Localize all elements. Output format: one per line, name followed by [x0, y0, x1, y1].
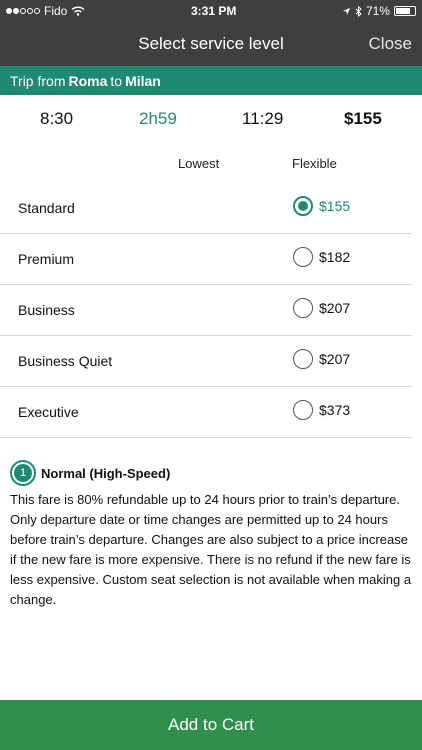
- status-time: 3:31 PM: [190, 4, 237, 18]
- fare-option-business-quiet-flexible[interactable]: $207: [293, 349, 350, 369]
- fare-option-standard-flexible[interactable]: $155: [293, 196, 350, 216]
- column-lowest: Lowest: [178, 156, 220, 171]
- fare-info-title: Normal (High-Speed): [41, 465, 171, 481]
- trip-summary: 8:30 2h59 11:29 $155: [0, 95, 422, 143]
- fare-price: $182: [319, 249, 351, 265]
- fare-number: 1: [14, 464, 32, 482]
- trip-connector: to: [110, 72, 123, 89]
- trip-origin: Roma: [68, 72, 108, 89]
- bluetooth-icon: [355, 5, 362, 17]
- fare-name: Premium: [18, 251, 75, 267]
- fare-option-business-flexible[interactable]: $207: [293, 298, 350, 318]
- add-to-cart-button[interactable]: Add to Cart: [0, 700, 422, 750]
- wifi-icon: [71, 6, 85, 16]
- signal-icon: [6, 8, 40, 14]
- fare-row-premium: Premium $182: [0, 234, 412, 285]
- battery-percent: 71%: [365, 4, 390, 18]
- fare-name: Business: [18, 302, 75, 318]
- fare-price: $373: [319, 402, 351, 418]
- battery-icon: [393, 6, 416, 16]
- fare-name: Executive: [18, 404, 79, 420]
- radio-selected-icon[interactable]: [293, 196, 313, 216]
- nav-bar: Select service level Close: [0, 22, 422, 66]
- departure-time: 8:30: [40, 109, 74, 128]
- trip-destination: Milan: [125, 72, 161, 89]
- location-arrow-icon: [342, 7, 351, 15]
- fare-info: 1 Normal (High-Speed) This fare is 80% r…: [10, 460, 412, 610]
- status-right: 71%: [342, 4, 416, 18]
- fare-option-premium-flexible[interactable]: $182: [293, 247, 350, 267]
- fare-list: Standard $155 Premium $182 Business $207…: [0, 183, 422, 438]
- fare-name: Business Quiet: [18, 353, 113, 369]
- status-bar: Fido 3:31 PM 71%: [0, 0, 422, 22]
- carrier-label: Fido: [44, 4, 68, 18]
- fare-row-executive: Executive $373: [0, 387, 412, 438]
- fare-row-business: Business $207: [0, 285, 412, 336]
- fare-number-badge: 1: [10, 460, 36, 486]
- radio-icon[interactable]: [293, 247, 313, 267]
- fare-price: $207: [319, 351, 351, 367]
- fare-column-headers: Lowest Flexible: [0, 143, 422, 183]
- fare-price: $155: [319, 198, 351, 214]
- trip-prefix: Trip from: [10, 72, 66, 89]
- fare-info-text: This fare is 80% refundable up to 24 hou…: [10, 492, 412, 607]
- fare-row-business-quiet: Business Quiet $207: [0, 336, 412, 387]
- radio-icon[interactable]: [293, 400, 313, 420]
- column-flexible: Flexible: [292, 156, 337, 171]
- radio-icon[interactable]: [293, 298, 313, 318]
- fare-option-executive-flexible[interactable]: $373: [293, 400, 350, 420]
- fare-name: Standard: [18, 200, 75, 216]
- trip-duration: 2h59: [139, 109, 177, 128]
- arrival-time: 11:29: [242, 109, 284, 128]
- radio-icon[interactable]: [293, 349, 313, 369]
- selected-price: $155: [344, 109, 382, 128]
- trip-banner: Trip from Roma to Milan: [0, 66, 422, 95]
- fare-price: $207: [319, 300, 351, 316]
- close-button[interactable]: Close: [369, 34, 412, 54]
- fare-row-standard: Standard $155: [0, 183, 412, 234]
- status-left: Fido: [6, 4, 85, 18]
- fare-info-header: 1 Normal (High-Speed): [10, 460, 412, 486]
- page-title: Select service level: [138, 34, 284, 53]
